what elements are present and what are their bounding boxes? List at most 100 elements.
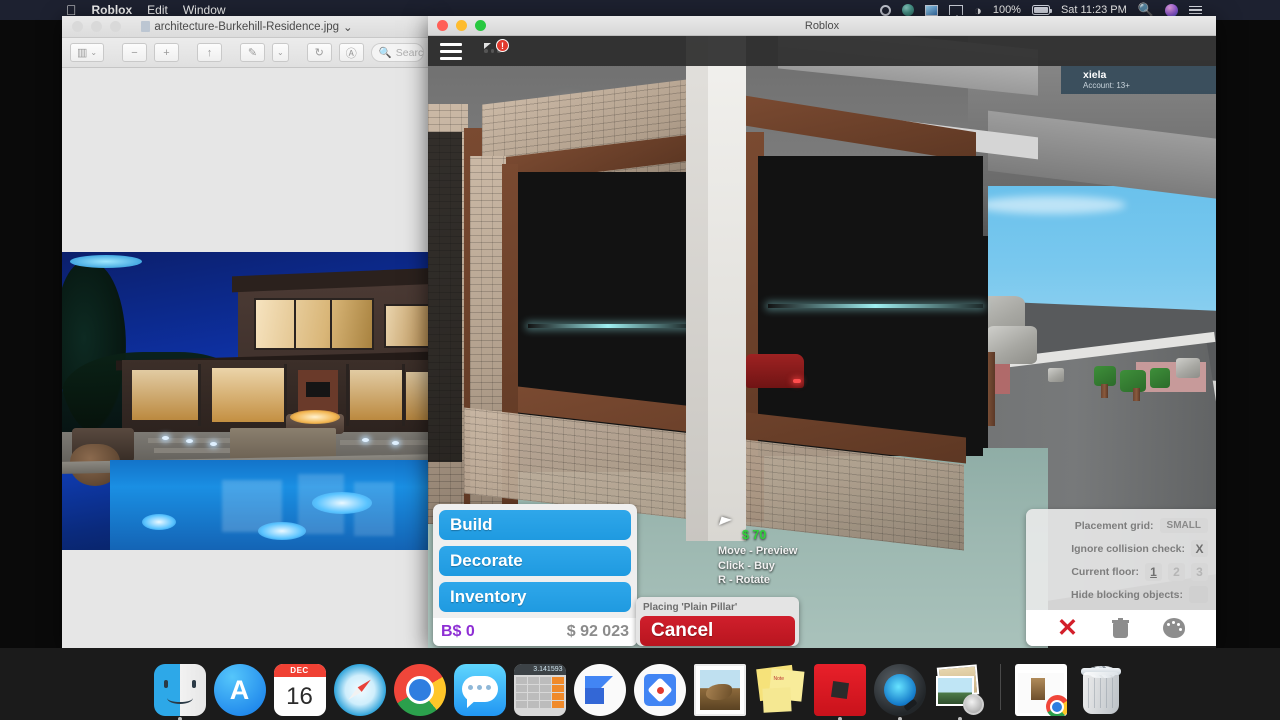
annotate-icon: Ⓐ <box>345 47 357 60</box>
hint-move: Move - Preview <box>718 545 798 557</box>
setting-row-hide-blocking[interactable]: Hide blocking objects: <box>1036 583 1208 606</box>
screen:  Roblox Edit Window ◑ 100% Sat 11:23 PM… <box>0 0 1280 720</box>
dock-item-messages[interactable] <box>453 664 506 716</box>
item-price-label: $ 70 <box>742 528 767 542</box>
scene-plain-pillar-preview <box>686 36 746 541</box>
palette-icon[interactable] <box>1162 618 1185 638</box>
preview-window[interactable]: architecture-Burkehill-Residence.jpg ⌄ ▥… <box>62 16 432 648</box>
preview-file-name-label: architecture-Burkehill-Residence.jpg <box>154 20 340 33</box>
dock-item-preview[interactable] <box>934 664 986 720</box>
dock-item-app-store[interactable]: A <box>213 664 266 716</box>
dock-item-chrome[interactable] <box>393 664 446 716</box>
dock-item-safari[interactable] <box>333 664 386 716</box>
placement-grid-value[interactable]: SMALL <box>1159 518 1208 533</box>
robux-balance: B$ 0 <box>441 623 475 640</box>
trash-icon[interactable] <box>1111 618 1129 638</box>
control-center-icon[interactable] <box>901 4 914 16</box>
roblox-game-viewport[interactable]: ! xiela Account: 13+ $ 70 Move - Preview… <box>428 36 1216 648</box>
dock-item-minimized-chrome-window[interactable] <box>1014 664 1067 716</box>
dock-item-gmail[interactable] <box>573 664 626 716</box>
setting-row-ignore-collision[interactable]: Ignore collision check: X <box>1036 537 1208 560</box>
roblox-title-bar[interactable]: Roblox <box>428 16 1216 36</box>
currency-bar: B$ 0 $ 92 023 <box>433 618 637 646</box>
share-button[interactable]: ↑ <box>197 43 222 62</box>
roblox-topbar: ! <box>428 36 1216 66</box>
current-floor-label: Current floor: <box>1071 565 1139 578</box>
chevron-down-icon: ⌄ <box>90 48 98 57</box>
markup-options-button[interactable]: ⌄ <box>272 43 289 62</box>
build-button[interactable]: Build <box>439 510 631 540</box>
siri-icon[interactable] <box>1165 3 1178 17</box>
zoom-in-button[interactable]: + <box>154 43 179 62</box>
floor-option-1[interactable]: 1 <box>1145 562 1162 581</box>
calculator-display: 3.141593 <box>513 664 566 675</box>
display-mirror-icon[interactable] <box>924 4 938 16</box>
dock-item-mail[interactable] <box>693 664 746 716</box>
chat-bubble-icon[interactable]: ! <box>480 39 509 61</box>
annotate-button[interactable]: Ⓐ <box>338 43 364 62</box>
chevron-down-icon: ⌄ <box>277 48 284 57</box>
cancel-button[interactable]: Cancel <box>640 616 795 646</box>
dock-item-finder[interactable] <box>153 664 206 720</box>
preview-photo-architecture-burkehill-residence <box>62 252 432 550</box>
dock-item-calendar[interactable]: DEC 16 <box>273 664 326 716</box>
placement-grid-label: Placement grid: <box>1074 519 1154 532</box>
menu-item-window[interactable]: Window <box>183 3 226 17</box>
decorate-button[interactable]: Decorate <box>439 546 631 576</box>
menu-item-edit[interactable]: Edit <box>147 3 168 17</box>
mac-dock[interactable]: A DEC 16 3.141593 Note <box>0 648 1280 720</box>
dock-item-trash[interactable] <box>1075 664 1127 716</box>
search-input[interactable]: 🔍 Search <box>370 43 424 62</box>
hint-rotate: R - Rotate <box>718 574 770 586</box>
dock-item-roblox[interactable] <box>813 664 866 720</box>
placing-label: Placing 'Plain Pillar' <box>643 602 738 613</box>
calendar-day: 16 <box>286 682 313 710</box>
chevron-down-icon[interactable]: ⌄ <box>343 20 353 34</box>
roblox-window[interactable]: Roblox ! xiela Account: 13+ $ 70 Move - … <box>428 16 1216 648</box>
dock-item-stickies[interactable]: Note <box>754 664 806 716</box>
preview-canvas <box>62 68 432 648</box>
apple-logo-icon[interactable]:  <box>66 3 77 17</box>
zoom-out-icon: − <box>131 46 138 59</box>
sidebar-icon: ▥ <box>76 47 88 59</box>
delete-all-icon[interactable]: ✕ <box>1057 615 1078 641</box>
battery-charging-icon[interactable] <box>1031 5 1053 15</box>
zoom-out-button[interactable]: − <box>122 43 147 62</box>
preview-toolbar[interactable]: ▥ ⌄ − + ↑ ✎ ⌄ ↻ Ⓐ 🔍 Search <box>62 38 432 68</box>
placement-hints: Move - Preview Click - Buy R - Rotate <box>718 544 797 588</box>
wifi-icon[interactable]: ◑ <box>974 4 982 17</box>
menu-item-roblox[interactable]: Roblox <box>92 3 133 17</box>
inventory-button[interactable]: Inventory <box>439 582 631 612</box>
airplay-icon[interactable] <box>948 5 963 19</box>
floor-option-3[interactable]: 3 <box>1191 562 1208 581</box>
zoom-in-icon: + <box>163 46 170 59</box>
markup-button[interactable]: ✎ <box>240 43 265 62</box>
hide-blocking-toggle[interactable] <box>1189 586 1208 603</box>
dock-item-google-drive[interactable] <box>633 664 686 716</box>
rotate-icon: ↻ <box>314 47 324 59</box>
preview-file-name: architecture-Burkehill-Residence.jpg ⌄ <box>62 20 432 34</box>
setting-row-placement-grid[interactable]: Placement grid: SMALL <box>1036 514 1208 537</box>
preview-title-bar[interactable]: architecture-Burkehill-Residence.jpg ⌄ <box>62 16 432 38</box>
dock-item-calculator[interactable]: 3.141593 <box>513 664 566 716</box>
roblox-window-title: Roblox <box>804 19 840 32</box>
build-menu-panel: Build Decorate Inventory B$ 0 $ 92 023 <box>433 504 637 646</box>
dock-item-quicktime[interactable] <box>873 664 926 720</box>
markup-pen-icon: ✎ <box>247 47 258 59</box>
sidebar-toggle-button[interactable]: ▥ ⌄ <box>70 43 104 62</box>
ignore-collision-toggle[interactable]: X <box>1191 540 1208 557</box>
record-dot-icon[interactable] <box>879 4 891 16</box>
rotate-button[interactable]: ↻ <box>306 43 332 62</box>
menu-bar-clock[interactable]: Sat 11:23 PM <box>1061 4 1127 16</box>
placing-panel: Placing 'Plain Pillar' Cancel <box>636 597 799 646</box>
notification-center-icon[interactable] <box>1189 5 1202 15</box>
scene-car <box>746 354 804 388</box>
setting-row-current-floor[interactable]: Current floor: 1 2 3 <box>1036 560 1208 583</box>
cash-balance: $ 92 023 <box>566 623 629 640</box>
hamburger-menu-icon[interactable] <box>440 43 462 60</box>
calendar-month: DEC <box>273 664 326 677</box>
build-action-bar: ✕ <box>1026 610 1216 646</box>
floor-option-2[interactable]: 2 <box>1168 562 1185 581</box>
share-icon: ↑ <box>206 46 213 59</box>
hint-click: Click - Buy <box>718 559 775 572</box>
